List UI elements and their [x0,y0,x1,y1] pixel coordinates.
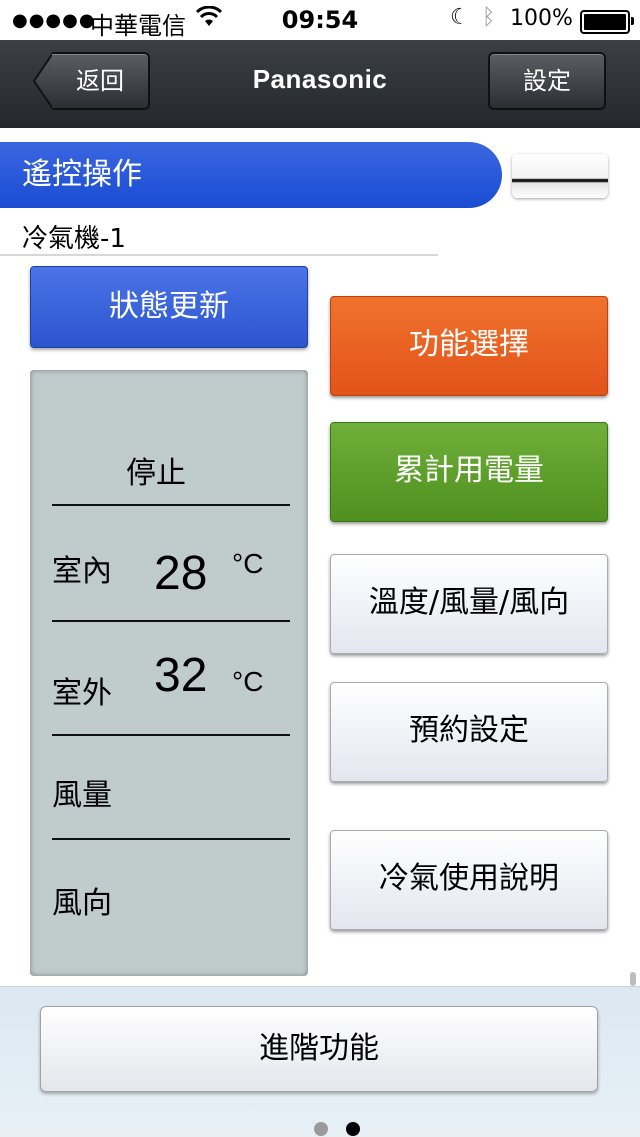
status-refresh-button[interactable]: 狀態更新 [30,266,308,348]
outdoor-label: 室外 [52,676,112,711]
battery-percent: 100% [510,6,573,31]
operation-state: 停止 [126,456,186,491]
navigation-bar: 返回 Panasonic 設定 [0,40,640,128]
divider [52,734,290,736]
fan-speed-label: 風量 [52,778,112,813]
status-bar: ●●●●● 中華電信 09:54 ☾ ᛒ 100% [0,0,640,40]
divider [52,504,290,506]
divider [52,838,290,840]
outdoor-temperature: 32 [154,649,208,702]
timer-setting-button[interactable]: 預約設定 [330,682,608,782]
outdoor-temperature-unit: °C [232,666,264,697]
airflow-direction-label: 風向 [52,886,112,921]
status-panel: 停止 室內 28 °C 室外 32 °C 風量 風向 [30,370,308,976]
cooling-instructions-button[interactable]: 冷氣使用說明 [330,830,608,930]
power-usage-button[interactable]: 累計用電量 [330,422,608,522]
function-select-button[interactable]: 功能選擇 [330,296,608,396]
page-indicator-dot[interactable] [314,1122,328,1136]
indoor-temperature: 28 [154,547,208,600]
settings-button[interactable]: 設定 [488,52,606,110]
section-title: 遙控操作 [0,142,502,208]
moon-icon: ☾ [450,5,470,30]
air-conditioner-image [512,154,608,198]
advanced-functions-button[interactable]: 進階功能 [40,1006,598,1092]
divider [52,620,290,622]
indoor-temperature-unit: °C [232,548,264,579]
device-name: 冷氣機-1 [22,224,126,254]
temperature-fan-direction-button[interactable]: 溫度/風量/風向 [330,554,608,654]
indoor-label: 室內 [52,554,112,589]
divider [0,254,438,256]
page-indicator-dot-active[interactable] [346,1122,360,1136]
bluetooth-icon: ᛒ [482,5,496,30]
scroll-indicator[interactable] [630,972,636,986]
battery-icon [580,10,634,34]
